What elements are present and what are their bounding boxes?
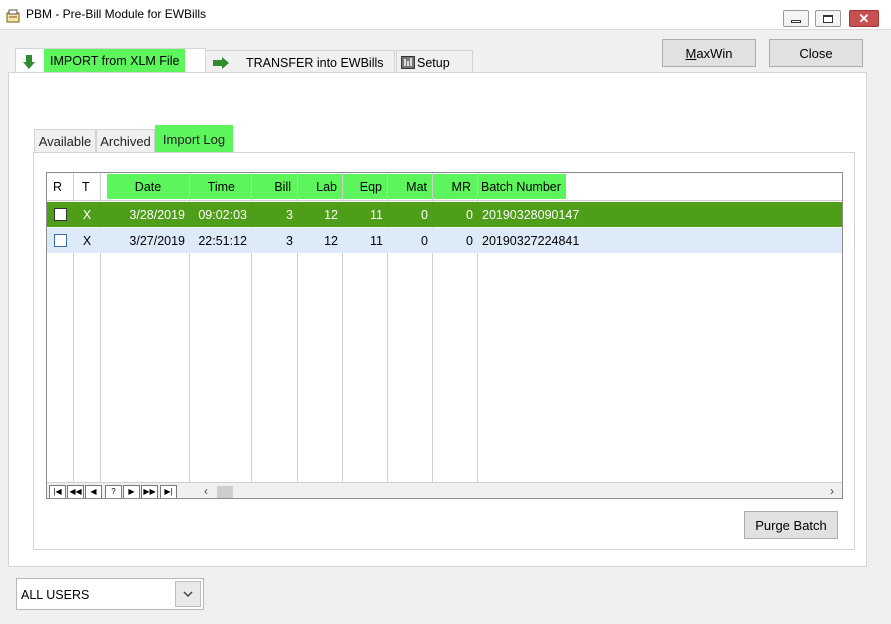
time-cell: 09:02:03	[198, 207, 247, 222]
t-cell: X	[82, 207, 92, 222]
subtab-archived[interactable]: Archived	[96, 129, 155, 153]
tab-transfer[interactable]: TRANSFER into EWBills	[205, 50, 395, 74]
import-log-grid[interactable]: R T Date Time Bill Lab Eqp Mat MR Batch …	[46, 172, 843, 499]
date-cell: 3/27/2019	[129, 233, 185, 248]
table-row[interactable]: X 3/27/2019 22:51:12 3 12 11 0 0 2019032…	[47, 228, 842, 253]
tab-import[interactable]: IMPORT from XLM File	[15, 48, 206, 74]
col-eqp-header[interactable]: Eqp	[343, 174, 388, 199]
window-close-button[interactable]: ✕	[849, 10, 879, 27]
chevron-down-icon	[183, 591, 193, 597]
users-filter-select[interactable]: ALL USERS	[16, 578, 204, 610]
col-mat-header[interactable]: Mat	[388, 174, 433, 199]
horizontal-scrollbar-thumb[interactable]	[217, 486, 233, 498]
last-record-button[interactable]: ▶|	[160, 485, 177, 498]
subtab-import-log-label: Import Log	[162, 132, 226, 147]
app-icon	[6, 9, 20, 23]
minimize-icon	[791, 20, 801, 23]
maxwin-button[interactable]: MaxWin	[662, 39, 756, 67]
first-record-button[interactable]: |◀	[49, 485, 66, 498]
time-cell: 22:51:12	[198, 233, 247, 248]
col-mr-header[interactable]: MR	[433, 174, 477, 199]
purge-batch-button[interactable]: Purge Batch	[744, 511, 838, 539]
close-icon: ✕	[858, 11, 870, 26]
mat-cell: 0	[421, 233, 428, 248]
bill-cell: 3	[286, 233, 293, 248]
subtab-available[interactable]: Available	[34, 129, 96, 153]
t-cell: X	[82, 233, 92, 248]
mr-cell: 0	[466, 207, 473, 222]
date-cell: 3/28/2019	[129, 207, 185, 222]
mat-cell: 0	[421, 207, 428, 222]
users-filter-value: ALL USERS	[21, 588, 90, 602]
col-bill-header[interactable]: Bill	[252, 174, 297, 199]
maxwin-label: axWin	[696, 45, 733, 61]
arrow-down-icon	[23, 54, 35, 69]
arrow-right-icon	[213, 56, 229, 69]
subtab-available-label: Available	[38, 134, 92, 149]
table-row[interactable]: X 3/28/2019 09:02:03 3 12 11 0 0 2019032…	[47, 202, 842, 227]
prev-page-button[interactable]: ◀◀	[67, 485, 84, 498]
eqp-cell: 11	[370, 233, 383, 248]
subtab-archived-label: Archived	[100, 134, 151, 149]
grid-navigator: |◀ ◀◀ ◀ ? ▶ ▶▶ ▶| ‹ ›	[47, 482, 842, 498]
r-checkbox[interactable]	[53, 234, 67, 247]
col-batch-header[interactable]: Batch Number	[478, 174, 566, 199]
col-lab-header[interactable]: Lab	[298, 174, 343, 199]
lab-cell: 12	[324, 233, 338, 248]
tab-setup-label: Setup	[417, 55, 450, 70]
grid-header: R T Date Time Bill Lab Eqp Mat MR Batch …	[47, 173, 842, 201]
batch-cell: 20190327224841	[482, 233, 580, 248]
next-page-button[interactable]: ▶▶	[141, 485, 158, 498]
mr-cell: 0	[466, 233, 473, 248]
title-bar: PBM - Pre-Bill Module for EWBills ✕	[0, 0, 891, 30]
subtab-import-log[interactable]: Import Log	[155, 125, 233, 153]
lab-cell: 12	[324, 207, 338, 222]
prev-record-button[interactable]: ◀	[85, 485, 102, 498]
bill-cell: 3	[286, 207, 293, 222]
tab-transfer-label: TRANSFER into EWBills	[246, 55, 384, 70]
minimize-button[interactable]	[783, 10, 809, 27]
purge-batch-label: Purge Batch	[755, 517, 827, 533]
next-record-button[interactable]: ▶	[123, 485, 140, 498]
help-button[interactable]: ?	[105, 485, 122, 498]
tab-setup[interactable]: Setup	[396, 50, 473, 74]
col-date-header[interactable]: Date	[107, 174, 189, 199]
scroll-right-icon[interactable]: ›	[830, 484, 834, 498]
col-t-header[interactable]: T	[82, 173, 90, 201]
r-checkbox[interactable]	[53, 208, 67, 221]
dropdown-button[interactable]	[175, 581, 201, 607]
col-r-header[interactable]: R	[53, 173, 62, 201]
close-button[interactable]: Close	[769, 39, 863, 67]
col-time-header[interactable]: Time	[190, 174, 251, 199]
close-label: Close	[799, 45, 833, 61]
maximize-icon	[823, 14, 833, 23]
batch-cell: 20190328090147	[482, 207, 580, 222]
eqp-cell: 11	[370, 207, 383, 222]
maximize-button[interactable]	[815, 10, 841, 27]
maxwin-accel: M	[685, 45, 697, 61]
scroll-left-icon[interactable]: ‹	[204, 484, 208, 498]
window-title: PBM - Pre-Bill Module for EWBills	[26, 7, 207, 21]
tab-import-label: IMPORT from XLM File	[44, 49, 186, 74]
setup-icon	[401, 56, 415, 69]
